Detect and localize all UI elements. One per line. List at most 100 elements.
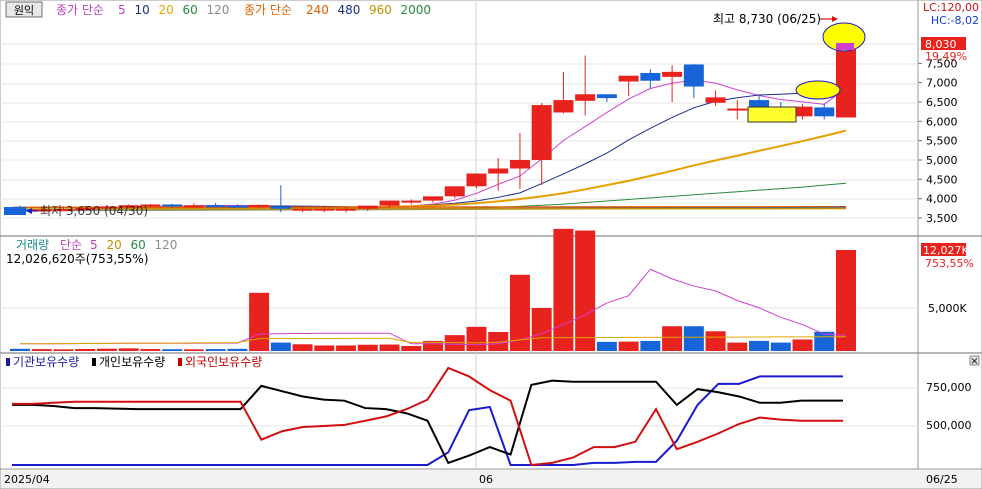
volume-bar — [836, 250, 856, 351]
candle-body — [509, 160, 530, 169]
candle-body — [662, 71, 683, 77]
candle-body — [705, 97, 726, 103]
holdings-legend-item[interactable]: 개인보유수량 — [99, 355, 165, 369]
volume-badge-pct: 753,55% — [925, 257, 974, 270]
ma-period-20[interactable]: 20 — [159, 3, 174, 17]
high-note: 최고 8,730 (06/25) — [713, 12, 821, 26]
volume-bar — [531, 307, 552, 351]
ma-period-60[interactable]: 60 — [183, 3, 198, 17]
ma-group-label: 종가 단순 — [56, 3, 104, 17]
volume-bar — [749, 340, 770, 351]
candle-body — [162, 204, 183, 207]
holdings-legend-item[interactable]: 기관보유수량 — [13, 355, 79, 369]
candle-body — [640, 73, 661, 81]
volume-ma-period-60[interactable]: 60 — [131, 238, 146, 252]
volume-bar — [379, 344, 400, 351]
mode-button-label: 원익 — [14, 4, 34, 17]
volume-bar — [770, 342, 791, 351]
candle-body — [466, 173, 487, 187]
price-tick: 5,500 — [926, 135, 958, 148]
holdings-tick-1: 750,000 — [926, 381, 972, 394]
volume-bar — [618, 341, 639, 351]
stock-chart: 원익 종가 단순 5 10 20 60 120 종가 단순 240 480 960 2000 LC:… — [0, 0, 982, 489]
volume-ma-period-20[interactable]: 20 — [107, 238, 122, 252]
volume-axis-tick: 5,000K — [928, 302, 967, 315]
volume-bar — [292, 344, 313, 351]
volume-value: 12,026,620주(753,55%) — [6, 252, 149, 266]
candle-body — [444, 186, 465, 197]
candle-body — [270, 206, 291, 209]
candle-body — [553, 100, 574, 113]
candle-body — [727, 108, 748, 111]
price-tick: 7,000 — [926, 77, 958, 90]
highlight-box-top — [836, 43, 854, 50]
candle-body — [575, 94, 596, 101]
candle-body — [596, 94, 617, 99]
candle-body — [423, 196, 443, 201]
candle-body — [814, 107, 835, 117]
candle-body — [531, 105, 552, 160]
price-tick: 6,500 — [926, 96, 958, 109]
ma-period-120[interactable]: 120 — [207, 3, 230, 17]
candle-body — [249, 204, 270, 207]
volume-bar — [336, 345, 357, 351]
ma-period-240[interactable]: 240 — [306, 3, 329, 17]
volume-bar — [727, 342, 748, 351]
volume-bar — [140, 349, 161, 351]
volume-bar — [162, 349, 183, 351]
candle-body — [618, 75, 639, 82]
volume-bar — [31, 349, 52, 351]
volume-bar — [53, 349, 74, 351]
volume-bar — [553, 228, 574, 351]
ma-group-label: 종가 단순 — [244, 3, 292, 17]
hc-label: HC:-8,02 — [931, 14, 979, 27]
lc-label: LC:120,00 — [923, 1, 979, 14]
ma-period-480[interactable]: 480 — [338, 3, 361, 17]
change-pct-text: 19,49% — [925, 50, 967, 63]
candle-body — [488, 168, 509, 174]
price-tick: 6,000 — [926, 115, 958, 128]
volume-bar — [227, 348, 248, 351]
volume-bar — [596, 341, 617, 351]
price-tick: 4,500 — [926, 173, 958, 186]
volume-bar — [662, 326, 683, 351]
holdings-legend-item[interactable]: 외국인보유수량 — [185, 355, 262, 369]
volume-bar — [249, 292, 270, 351]
volume-bar — [792, 339, 813, 351]
candle-body — [205, 205, 226, 208]
ma-period-10[interactable]: 10 — [135, 3, 150, 17]
x-label-end: 06/25 — [926, 473, 958, 486]
candle-body — [314, 208, 335, 211]
low-note-text: 최저 3,650 (04/30) — [40, 204, 148, 218]
candle-body — [683, 64, 704, 87]
volume-bar — [118, 348, 139, 351]
candle-body — [336, 208, 357, 211]
volume-ma-period-120[interactable]: 120 — [155, 238, 178, 252]
ma-period-960[interactable]: 960 — [369, 3, 392, 17]
volume-bar — [75, 348, 96, 351]
x-label-start: 2025/04 — [4, 473, 50, 486]
volume-ma-period-5[interactable]: 5 — [90, 238, 98, 252]
holdings-legend: 기관보유수량 개인보유수량 외국인보유수량 — [6, 355, 262, 369]
candle-body — [292, 208, 313, 211]
volume-title: 거래량 — [16, 238, 49, 252]
price-tick: 4,000 — [926, 193, 958, 206]
volume-bar — [683, 326, 704, 351]
candle-body — [836, 42, 856, 118]
x-label-june: 06 — [479, 473, 493, 486]
candle-body — [357, 205, 378, 209]
volume-bar — [96, 348, 117, 351]
volume-bar — [183, 349, 204, 351]
holdings-tick-2: 500,000 — [926, 419, 972, 432]
ma-period-2000[interactable]: 2000 — [401, 3, 432, 17]
volume-bar — [466, 326, 487, 351]
volume-bar — [705, 331, 726, 351]
volume-bar — [575, 230, 596, 351]
candle-body — [401, 200, 422, 203]
candle-body — [227, 205, 248, 208]
volume-bar — [205, 349, 226, 351]
price-tick: 5,000 — [926, 154, 958, 167]
candle-body — [379, 200, 400, 206]
ma-period-5[interactable]: 5 — [118, 3, 126, 17]
price-tick: 3,500 — [926, 212, 958, 225]
